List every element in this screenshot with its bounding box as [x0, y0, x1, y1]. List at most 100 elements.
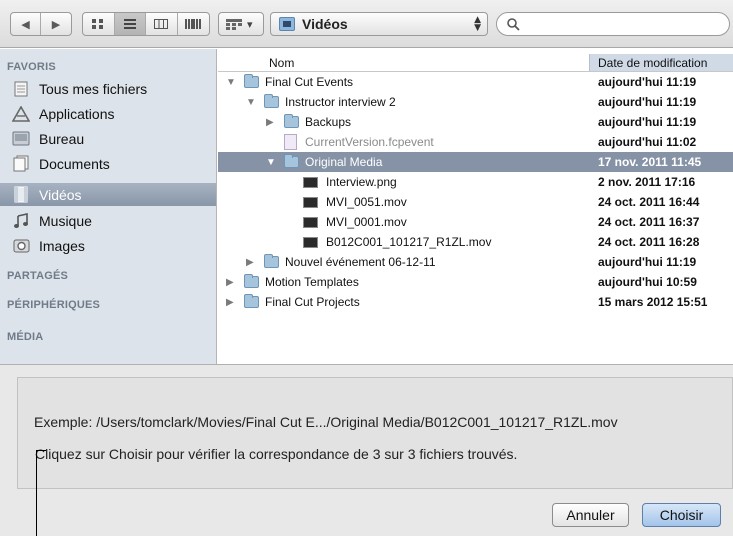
file-list: Nom Date de modification ▼ Final Cut Even… — [218, 49, 733, 364]
sidebar-item-all-files[interactable]: Tous mes fichiers — [0, 77, 216, 100]
file-name-cell: ▼ Instructor interview 2 — [246, 92, 396, 112]
column-header-date[interactable]: Date de modification — [589, 54, 733, 71]
file-row[interactable]: B012C001_101217_R1ZL.mov 24 oct. 2011 16:… — [218, 232, 733, 252]
disclosure-collapsed-icon[interactable]: ▶ — [226, 297, 236, 308]
folder-icon — [244, 274, 259, 288]
folder-icon — [284, 154, 299, 168]
file-date: aujourd'hui 10:59 — [598, 275, 697, 289]
file-name: Instructor interview 2 — [285, 95, 396, 109]
list-view-button[interactable] — [114, 13, 146, 35]
file-row[interactable]: Interview.png 2 nov. 2011 17:16 — [218, 172, 733, 192]
sidebar-item-videos[interactable]: Vidéos — [0, 183, 216, 206]
back-arrow-icon: ◀ — [21, 17, 30, 31]
location-popup[interactable]: Vidéos ▲ ▼ — [270, 12, 488, 36]
folder-icon — [244, 74, 259, 88]
file-name: CurrentVersion.fcpevent — [305, 135, 434, 149]
file-date: aujourd'hui 11:19 — [598, 95, 697, 109]
desktop-icon — [12, 130, 30, 147]
back-button[interactable]: ◀ — [11, 13, 41, 35]
sidebar-item-label: Bureau — [39, 130, 85, 147]
file-name: Original Media — [305, 155, 383, 169]
file-name-cell: ▼ Final Cut Events — [226, 72, 353, 92]
callout-line-horizontal — [36, 450, 46, 451]
sidebar-item-documents[interactable]: Documents — [0, 152, 216, 175]
forward-button[interactable]: ▶ — [41, 13, 71, 35]
media-thumbnail-icon — [303, 216, 318, 228]
sidebar-item-images[interactable]: Images — [0, 234, 216, 257]
sidebar-item-label: Images — [39, 237, 85, 254]
file-name: Motion Templates — [265, 275, 359, 289]
sidebar-item-label: Applications — [39, 105, 115, 122]
file-name: B012C001_101217_R1ZL.mov — [326, 235, 492, 249]
file-date: aujourd'hui 11:19 — [598, 75, 697, 89]
file-date: aujourd'hui 11:02 — [598, 135, 697, 149]
sidebar-section-peripheriques: PÉRIPHÉRIQUES — [7, 299, 101, 311]
sidebar: FAVORIS Tous mes fichiers Applications B… — [0, 49, 217, 364]
search-icon — [507, 17, 520, 31]
disclosure-collapsed-icon[interactable]: ▶ — [226, 277, 236, 288]
folder-icon — [284, 114, 299, 128]
callout-line-vertical — [36, 450, 37, 536]
file-name: MVI_0051.mov — [326, 195, 407, 209]
file-row[interactable]: MVI_0001.mov 24 oct. 2011 16:37 — [218, 212, 733, 232]
folder-icon — [264, 94, 279, 108]
file-name-cell: ▶ Final Cut Projects — [226, 292, 360, 312]
sidebar-item-applications[interactable]: Applications — [0, 102, 216, 125]
updown-chevron-icon: ▲ ▼ — [474, 15, 481, 33]
column-view-button[interactable] — [146, 13, 178, 35]
file-row[interactable]: CurrentVersion.fcpevent aujourd'hui 11:02 — [218, 132, 733, 152]
file-row[interactable]: ▶ Nouvel événement 06-12-11 aujourd'hui 11… — [218, 252, 733, 272]
file-row[interactable]: MVI_0051.mov 24 oct. 2011 16:44 — [218, 192, 733, 212]
file-date: 15 mars 2012 15:51 — [598, 295, 708, 309]
toolbar: ◀ ▶ ▾ Vidéos ▲ ▼ — [0, 0, 733, 48]
folder-icon — [244, 294, 259, 308]
file-date: 24 oct. 2011 16:37 — [598, 215, 700, 229]
file-name-cell: ▶ Motion Templates — [226, 272, 359, 292]
cancel-button[interactable]: Annuler — [552, 503, 629, 527]
disclosure-collapsed-icon[interactable]: ▶ — [266, 117, 276, 128]
view-mode-control — [82, 12, 210, 36]
disclosure-expanded-icon[interactable]: ▼ — [226, 77, 236, 88]
coverflow-view-button[interactable] — [178, 13, 209, 35]
chevron-down-icon: ▾ — [247, 18, 253, 31]
file-row[interactable]: ▶ Motion Templates aujourd'hui 10:59 — [218, 272, 733, 292]
sidebar-item-bureau[interactable]: Bureau — [0, 127, 216, 150]
file-date: 17 nov. 2011 11:45 — [598, 155, 702, 169]
sidebar-section-favoris: FAVORIS — [7, 61, 56, 73]
disclosure-expanded-icon[interactable]: ▼ — [246, 97, 256, 108]
folder-icon — [264, 254, 279, 268]
sidebar-item-label: Vidéos — [39, 186, 82, 203]
file-name-cell: Interview.png — [285, 172, 397, 192]
documents-icon — [12, 155, 30, 172]
sidebar-item-label: Documents — [39, 155, 110, 172]
file-row[interactable]: ▼ Instructor interview 2 aujourd'hui 11:19 — [218, 92, 733, 112]
file-row[interactable]: ▶ Backups aujourd'hui 11:19 — [218, 112, 733, 132]
search-input[interactable] — [526, 16, 726, 32]
icon-view-button[interactable] — [83, 13, 115, 35]
file-row[interactable]: ▼ Final Cut Events aujourd'hui 11:19 — [218, 72, 733, 92]
arrange-icon — [226, 18, 242, 30]
file-name: Final Cut Events — [265, 75, 354, 89]
all-files-icon — [12, 80, 30, 97]
choose-button[interactable]: Choisir — [642, 503, 721, 527]
arrange-popup-button[interactable]: ▾ — [218, 12, 264, 36]
list-view-icon — [123, 19, 136, 29]
disclosure-expanded-icon[interactable]: ▼ — [266, 157, 276, 168]
movies-icon — [12, 186, 30, 203]
file-row[interactable]: ▶ Final Cut Projects 15 mars 2012 15:51 — [218, 292, 733, 312]
disclosure-collapsed-icon[interactable]: ▶ — [246, 257, 256, 268]
file-name-cell: ▼ Original Media — [266, 152, 382, 172]
file-name: Final Cut Projects — [265, 295, 360, 309]
column-header-name[interactable]: Nom — [269, 54, 589, 71]
file-date: 24 oct. 2011 16:44 — [598, 195, 700, 209]
file-name: Interview.png — [326, 175, 397, 189]
search-field[interactable] — [496, 12, 730, 36]
forward-arrow-icon: ▶ — [51, 17, 61, 31]
file-row[interactable]: ▼ Original Media 17 nov. 2011 11:45 — [218, 152, 733, 172]
file-name: Backups — [305, 115, 352, 129]
file-date: 24 oct. 2011 16:28 — [598, 235, 700, 249]
sidebar-item-musique[interactable]: Musique — [0, 209, 216, 232]
column-view-icon — [154, 19, 169, 29]
dialog-bottom-panel: Exemple: /Users/tomclark/Movies/Final Cu… — [0, 364, 733, 536]
sidebar-section-media: MÉDIA — [7, 331, 44, 343]
